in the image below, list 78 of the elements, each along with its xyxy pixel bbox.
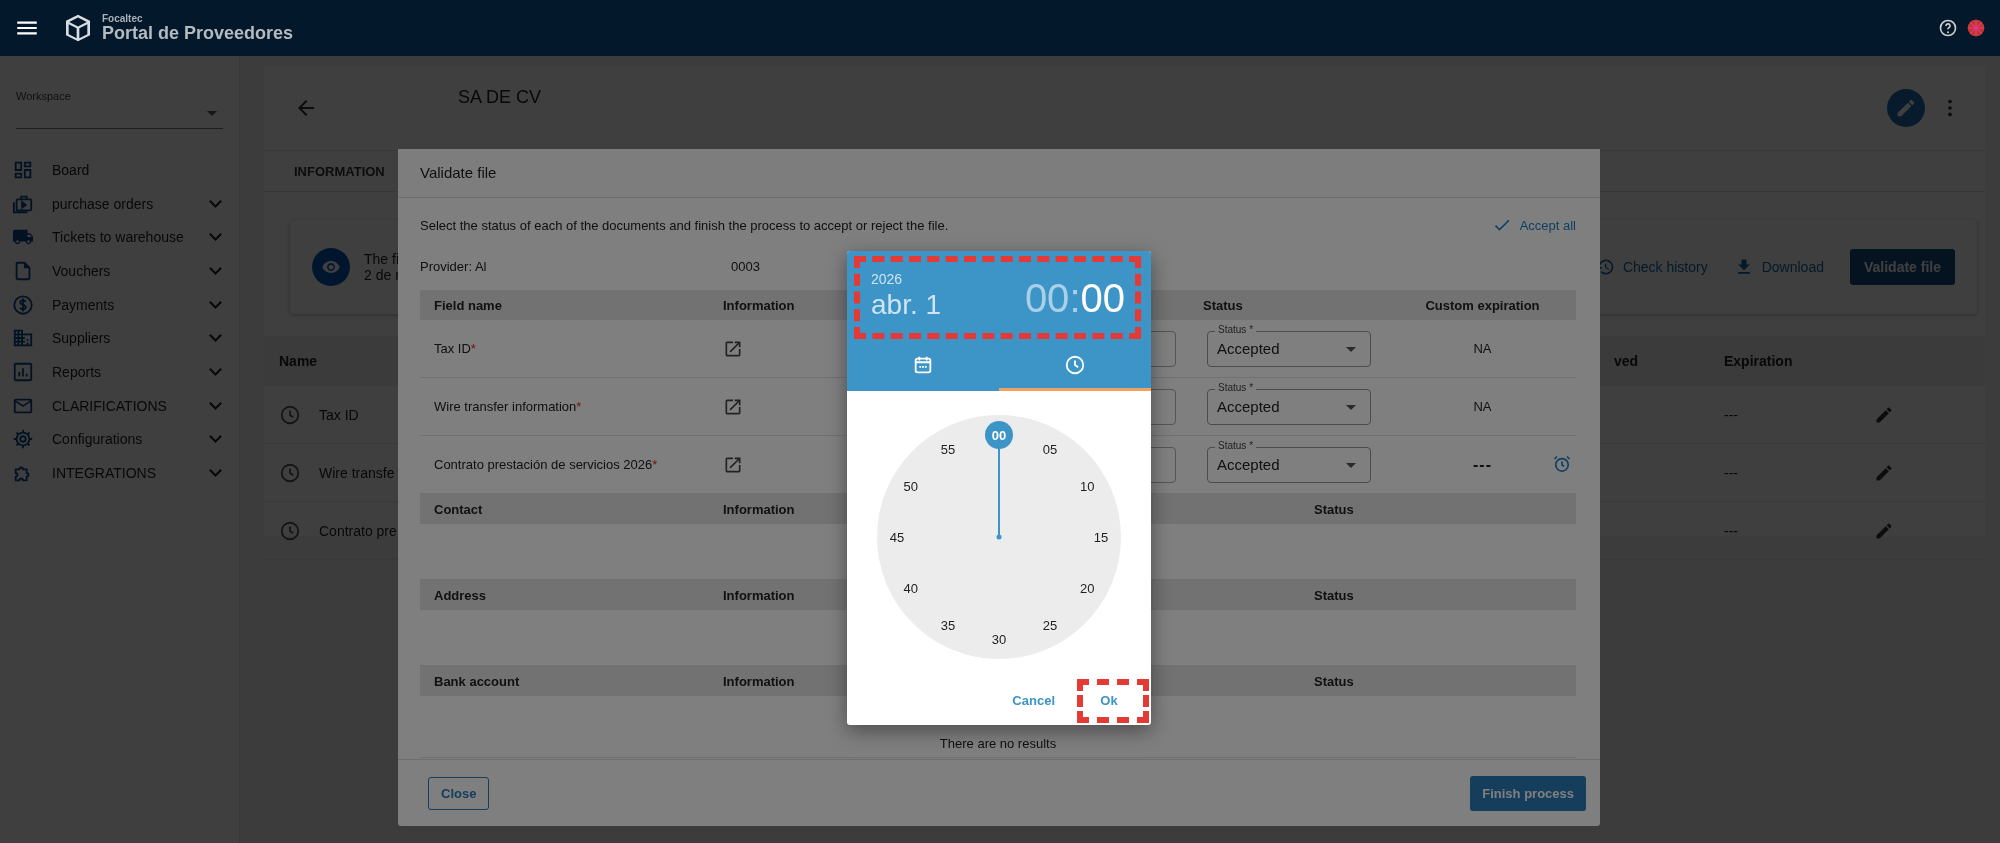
column-header: Information xyxy=(723,673,795,689)
cancel-button[interactable]: Cancel xyxy=(1006,684,1061,716)
table-cell-text: --- xyxy=(1724,406,1739,423)
alarm-clock-icon[interactable] xyxy=(1552,453,1572,474)
finish-process-button[interactable]: Finish process xyxy=(1470,775,1586,811)
column-header: Status xyxy=(1314,673,1354,689)
date-label[interactable]: abr. 1 xyxy=(871,289,942,321)
column-header: Custom expiration xyxy=(1424,297,1541,313)
hours-display[interactable]: 00 xyxy=(1024,275,1070,321)
minute-option[interactable]: 40 xyxy=(903,581,918,596)
minute-option[interactable]: 35 xyxy=(940,618,956,634)
time-separator: : xyxy=(1069,275,1081,321)
clock-icon xyxy=(279,403,301,426)
chart-icon xyxy=(12,360,34,383)
minute-option[interactable]: 55 xyxy=(940,441,956,457)
chevron-down-icon xyxy=(209,435,222,444)
minute-option[interactable]: 00 xyxy=(985,421,1013,449)
gear-icon xyxy=(12,428,34,451)
minute-option[interactable]: 25 xyxy=(1042,618,1058,634)
brand-title: Portal de Proveedores xyxy=(102,24,294,42)
minute-option[interactable]: 50 xyxy=(903,479,918,494)
clock-icon xyxy=(1064,353,1086,376)
chevron-down-icon xyxy=(209,469,222,478)
column-header: Status xyxy=(1314,501,1354,517)
column-header: Status xyxy=(1314,587,1354,603)
help-icon[interactable] xyxy=(1938,18,1958,38)
chevron-down-icon xyxy=(209,367,222,376)
brand-subtitle: Focaltec xyxy=(102,14,144,24)
dialog-description: Select the status of each of the documents and finish the process to accept or reject the file. xyxy=(420,217,950,233)
chevron-down-icon xyxy=(209,266,222,275)
column-header: Information xyxy=(723,501,795,517)
dropdown-caret-icon xyxy=(207,111,217,116)
provider-value: 0003 xyxy=(731,258,760,274)
dropdown-caret-icon xyxy=(1346,404,1356,410)
minute-option[interactable]: 45 xyxy=(889,530,905,545)
minutes-display[interactable]: 00 xyxy=(1080,275,1125,321)
dropdown-caret-icon xyxy=(1346,346,1356,352)
chevron-down-icon xyxy=(209,401,222,410)
chevron-down-icon xyxy=(209,199,222,208)
eye-icon xyxy=(312,248,350,286)
field-name: Wire transfer information* xyxy=(434,399,582,414)
column-header: Status xyxy=(1203,297,1243,313)
field-name: Contrato prestación de servicios 2026* xyxy=(434,457,658,472)
table-cell: --- xyxy=(1473,455,1492,473)
accept-all-link[interactable]: Accept all xyxy=(1491,215,1576,235)
minute-option[interactable]: 05 xyxy=(1042,441,1058,457)
section-title: Bank account xyxy=(434,673,520,689)
dialog-title: Validate file xyxy=(398,149,1600,198)
chevron-down-icon xyxy=(209,300,222,309)
year-label[interactable]: 2026 xyxy=(871,271,942,287)
download-link[interactable]: Download xyxy=(1733,257,1824,277)
dropdown-caret-icon xyxy=(1346,462,1356,468)
table-cell-text: --- xyxy=(1724,464,1739,481)
chevron-down-icon xyxy=(209,334,222,343)
pencil-icon xyxy=(1895,97,1917,119)
column-header: Information xyxy=(723,297,795,313)
provider-label: Provider: Al xyxy=(420,258,488,274)
chevron-down-icon xyxy=(209,233,222,242)
section-title: Address xyxy=(434,587,487,603)
empty-message: There are no results xyxy=(939,736,1057,751)
close-button[interactable]: Close xyxy=(428,776,490,810)
clock-icon xyxy=(279,461,301,484)
minute-option[interactable]: 15 xyxy=(1093,530,1109,545)
section-title: Contact xyxy=(434,501,483,517)
minute-option[interactable]: 30 xyxy=(991,632,1007,647)
field-name: Tax ID* xyxy=(434,341,476,356)
table-cell: NA xyxy=(1473,341,1492,356)
minute-option[interactable]: 10 xyxy=(1080,479,1095,494)
edit-button[interactable] xyxy=(1887,89,1925,127)
column-header: Information xyxy=(723,587,795,603)
table-cell-text: --- xyxy=(1724,522,1739,539)
dollar-icon xyxy=(12,293,34,316)
table-cell: NA xyxy=(1473,399,1492,414)
ok-button[interactable]: Ok xyxy=(1081,684,1137,716)
minute-option[interactable]: 20 xyxy=(1080,581,1095,596)
globe-icon[interactable] xyxy=(1966,18,1986,38)
clock-icon xyxy=(279,519,301,542)
column-header: Field name xyxy=(434,297,502,313)
